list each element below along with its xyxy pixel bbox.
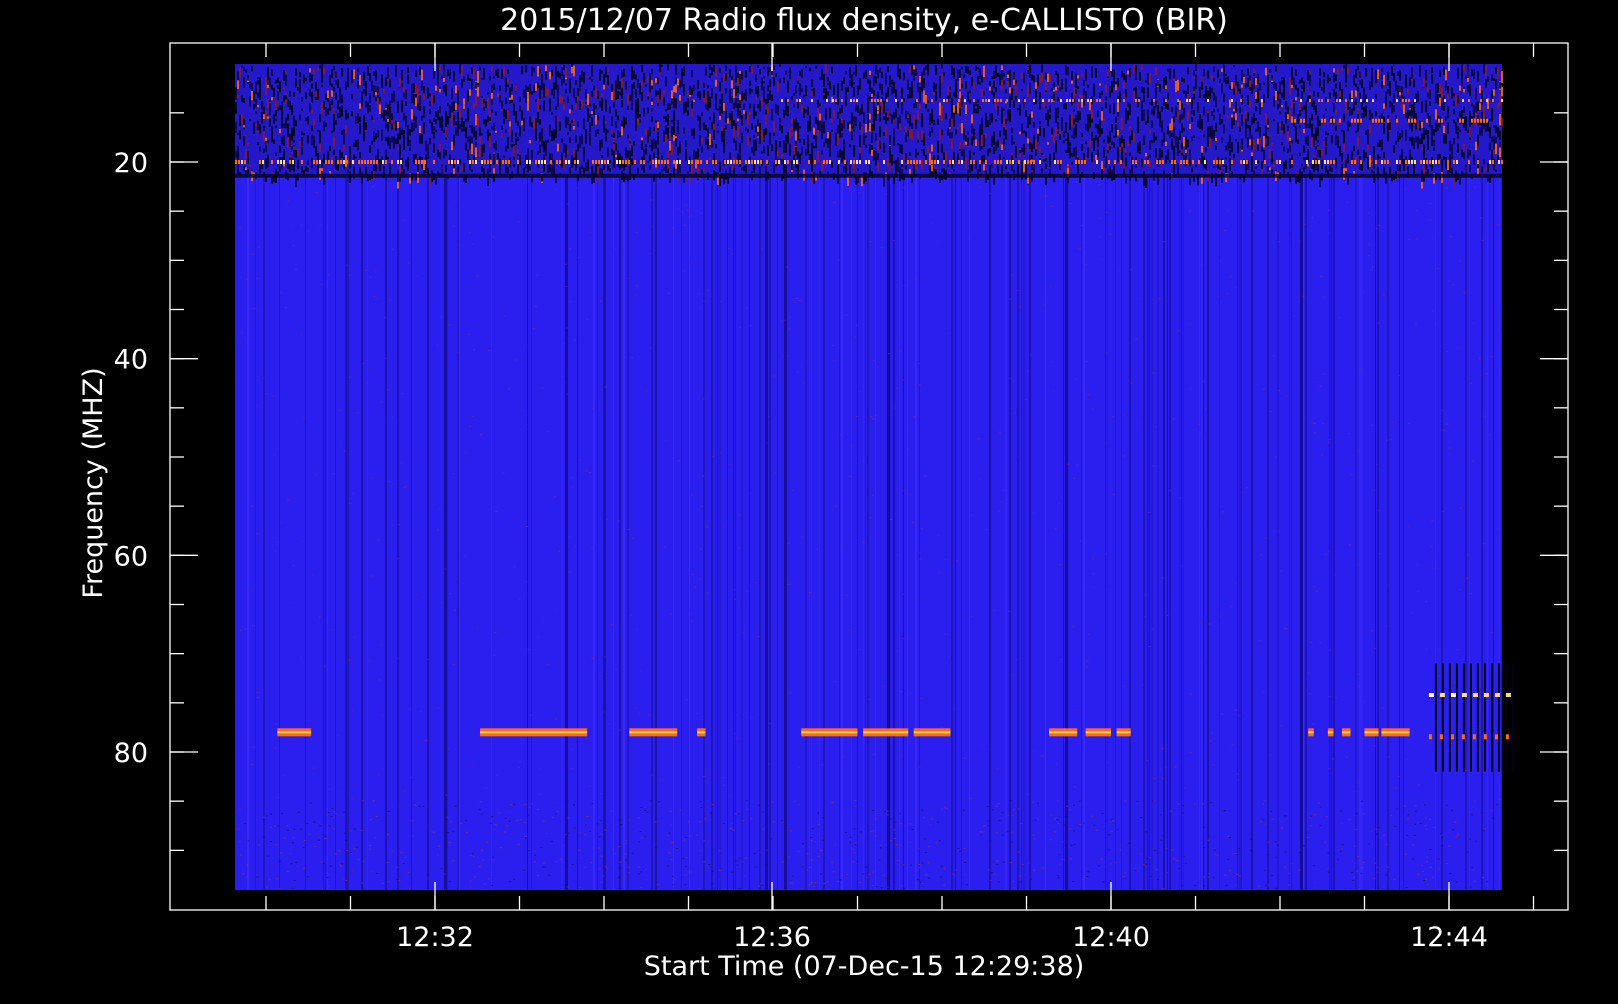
y-tick-label: 20 bbox=[114, 148, 148, 179]
x-tick-label: 12:40 bbox=[1072, 922, 1150, 953]
y-axis-label: Frequency (MHZ) bbox=[78, 367, 109, 598]
y-tick-label: 40 bbox=[114, 345, 148, 376]
x-tick-label: 12:44 bbox=[1410, 922, 1488, 953]
chart-title: 2015/12/07 Radio flux density, e-CALLIST… bbox=[500, 3, 1228, 38]
plot-area bbox=[235, 64, 1514, 891]
y-tick-label: 60 bbox=[114, 541, 148, 572]
spectrogram-chart: 2015/12/07 Radio flux density, e-CALLIST… bbox=[0, 0, 1618, 1000]
x-tick-label: 12:32 bbox=[396, 922, 474, 953]
x-axis-label: Start Time (07-Dec-15 12:29:38) bbox=[644, 951, 1085, 982]
x-tick-label: 12:36 bbox=[733, 922, 811, 953]
interference-band bbox=[235, 64, 1503, 189]
y-tick-label: 80 bbox=[114, 738, 148, 769]
